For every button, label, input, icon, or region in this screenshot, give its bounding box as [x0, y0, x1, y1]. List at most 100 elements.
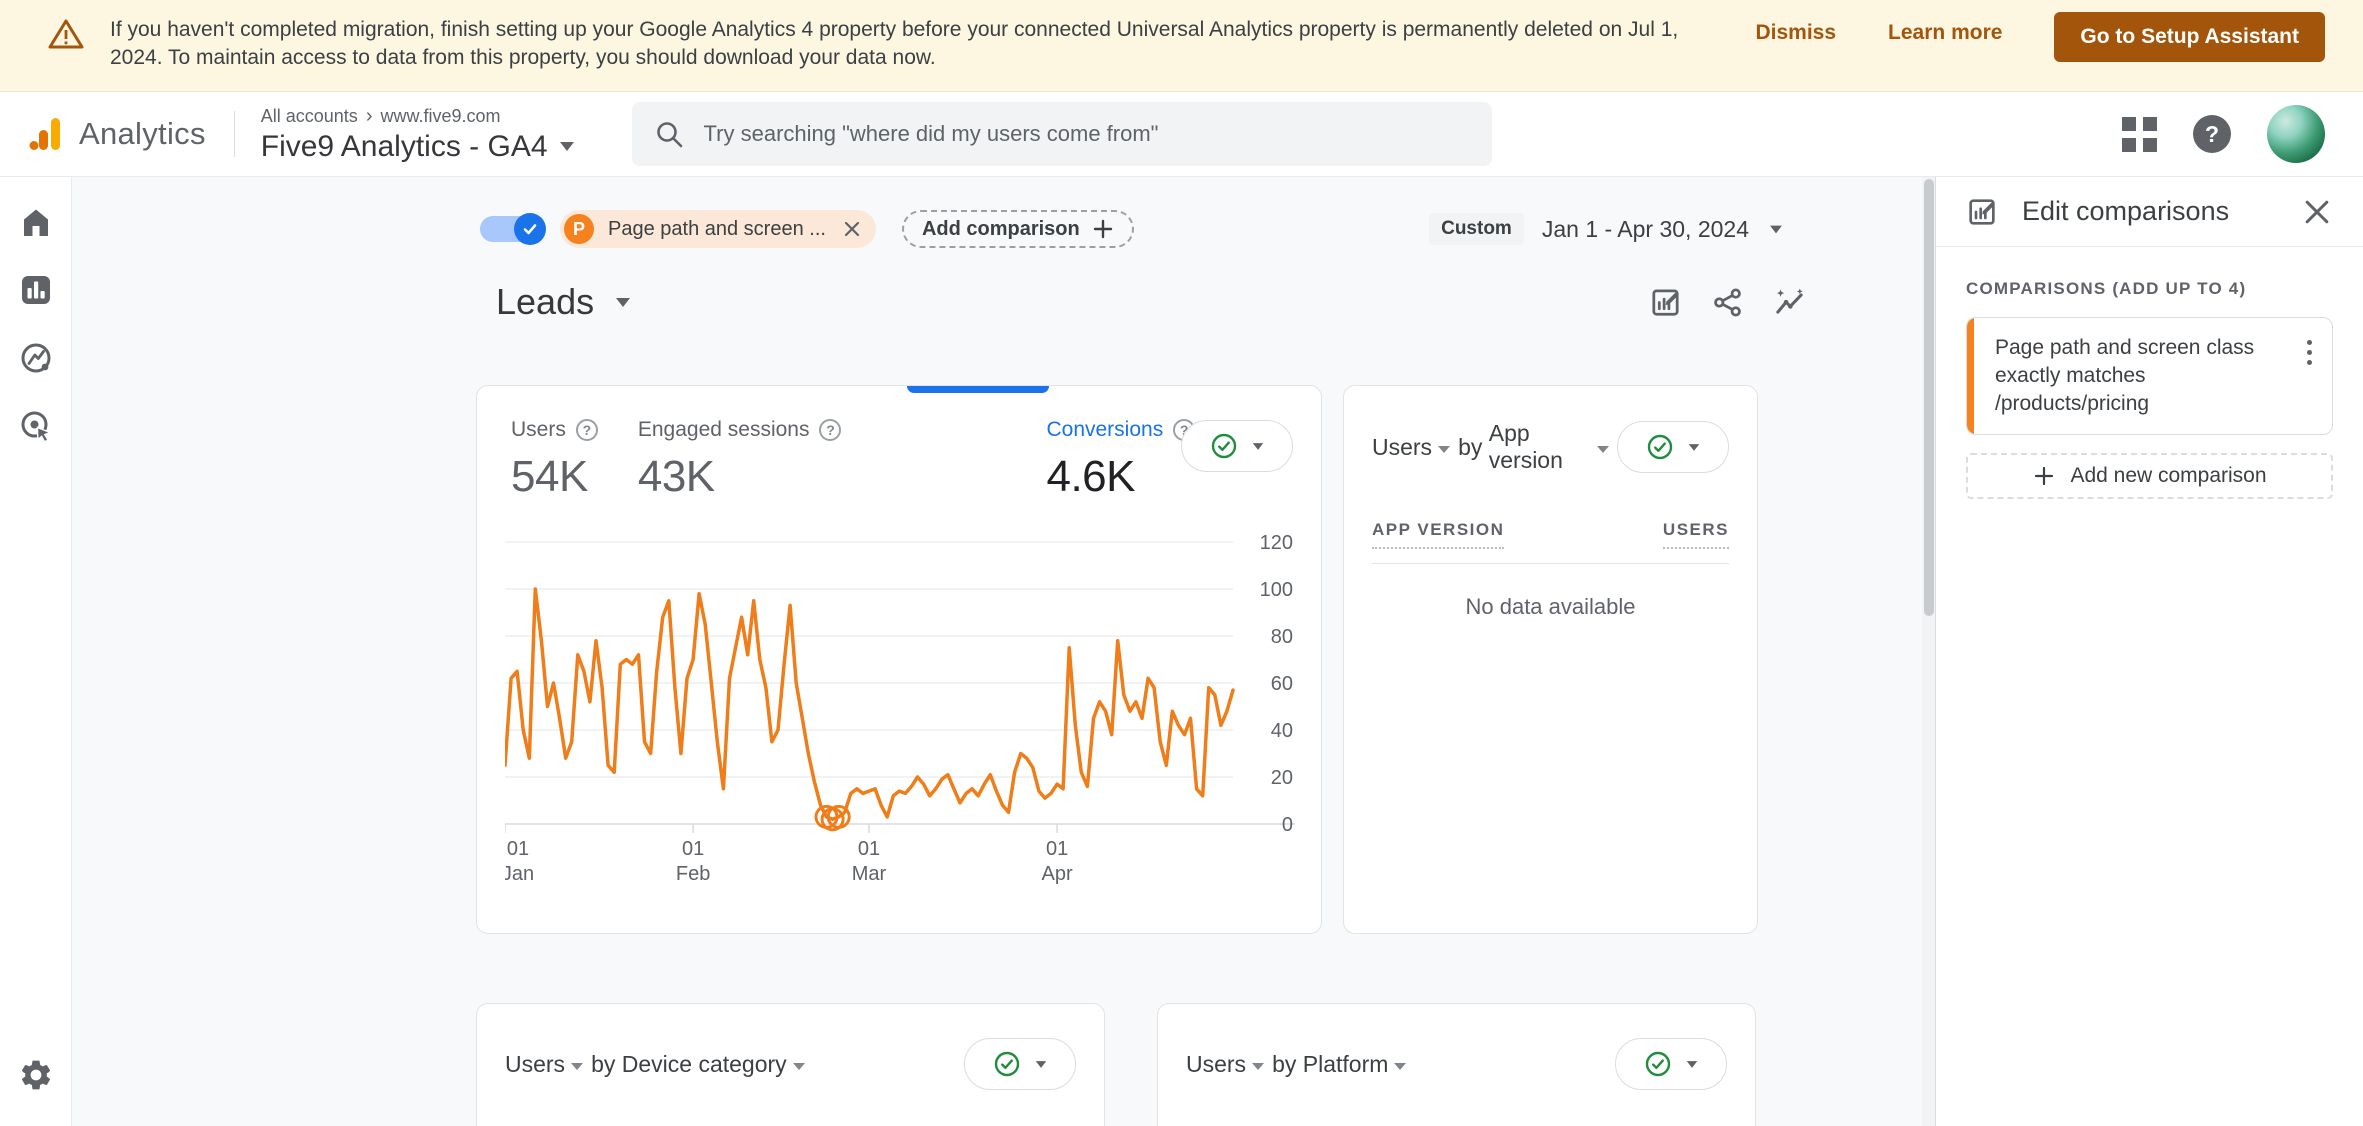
chevron-down-icon — [1597, 445, 1609, 453]
product-name: Analytics — [79, 116, 206, 151]
warning-icon — [48, 19, 84, 49]
date-range-type: Custom — [1429, 213, 1524, 245]
chevron-down-icon — [1688, 443, 1700, 451]
check-circle-icon — [1647, 434, 1673, 460]
anomaly-status-dropdown[interactable] — [1617, 421, 1729, 473]
svg-text:01: 01 — [858, 838, 880, 860]
panel-title: Edit comparisons — [2022, 196, 2230, 226]
help-icon[interactable]: ? — [2193, 115, 2231, 153]
chevron-down-icon — [792, 1062, 805, 1070]
dimension-selector[interactable]: Device category — [622, 1051, 787, 1078]
search-input[interactable] — [703, 121, 1470, 147]
svg-text:0: 0 — [1282, 814, 1293, 836]
breadcrumb-all-accounts[interactable]: All accounts — [261, 106, 358, 127]
comparison-item[interactable]: Page path and screen class exactly match… — [1966, 317, 2333, 435]
breadcrumb-account[interactable]: www.five9.com — [380, 106, 500, 127]
search-icon — [656, 122, 682, 148]
scrollbar-thumb[interactable] — [1923, 179, 1934, 616]
add-comparison-button[interactable]: Add comparison — [901, 210, 1134, 248]
svg-text:01: 01 — [682, 838, 704, 860]
panel-header: Edit comparisons — [1936, 177, 2363, 247]
property-name: Five9 Analytics - GA4 — [260, 129, 548, 163]
avatar[interactable] — [2267, 105, 2325, 163]
date-range-value: Jan 1 - Apr 30, 2024 — [1541, 215, 1749, 242]
explore-icon — [21, 343, 50, 373]
anomaly-status-dropdown[interactable] — [964, 1038, 1076, 1090]
analytics-logo[interactable]: Analytics — [23, 112, 206, 156]
sidebar-item-advertising[interactable] — [15, 405, 57, 447]
metric-selector[interactable]: Users — [1186, 1051, 1246, 1078]
dismiss-button[interactable]: Dismiss — [1756, 19, 1837, 47]
check-circle-icon — [994, 1051, 1020, 1077]
metric-tab-engaged-sessions[interactable]: Engaged sessions ? 43K — [638, 418, 842, 502]
help-tooltip-icon[interactable]: ? — [819, 419, 842, 441]
date-range-picker[interactable]: Custom Jan 1 - Apr 30, 2024 — [1429, 213, 1783, 245]
help-tooltip-icon[interactable]: ? — [575, 419, 598, 441]
comparison-toggle[interactable] — [480, 213, 546, 245]
svg-text:Mar: Mar — [852, 863, 887, 885]
conversions-line-chart[interactable]: 0 20 40 60 80 100 120 01 Jan 01 Feb 01 Mar 01 Apr — [502, 526, 1295, 897]
main-scrollbar[interactable] — [1922, 177, 1935, 1126]
report-title-dropdown-icon[interactable] — [616, 297, 631, 307]
header-actions: ? — [2122, 105, 2325, 163]
card-title: Users by Device category — [505, 1038, 1076, 1090]
sidebar-item-explore[interactable] — [15, 337, 57, 379]
toggle-check-icon — [514, 213, 546, 245]
chevron-down-icon — [1035, 1060, 1047, 1068]
share-report-button[interactable] — [1705, 280, 1749, 324]
chevron-down-icon — [1252, 1062, 1265, 1070]
sidebar-item-home[interactable] — [15, 201, 57, 243]
column-header-metric[interactable]: USERS — [1662, 520, 1729, 549]
migration-banner: If you haven't completed migration, fini… — [0, 0, 2363, 92]
svg-text:100: 100 — [1260, 579, 1293, 601]
close-panel-icon[interactable] — [2301, 196, 2333, 228]
customize-report-button[interactable] — [1643, 280, 1687, 324]
svg-text:01: 01 — [1046, 838, 1068, 860]
sidebar-item-admin[interactable] — [15, 1054, 57, 1096]
setup-assistant-button[interactable]: Go to Setup Assistant — [2054, 12, 2325, 62]
conversions-over-time-card: Users ? 54K Engaged sessions ? 43K Conve… — [476, 385, 1322, 934]
chevron-down-icon — [1252, 442, 1264, 450]
property-switcher[interactable]: Five9 Analytics - GA4 — [261, 130, 574, 164]
metric-value: 43K — [637, 452, 715, 501]
sidebar-item-reports[interactable] — [15, 269, 57, 311]
comparison-chip-avatar: P — [564, 214, 594, 244]
metric-selector[interactable]: Users — [505, 1051, 565, 1078]
global-header: Analytics All accounts › www.five9.com F… — [0, 92, 2363, 177]
svg-text:40: 40 — [1271, 720, 1293, 742]
column-header-dimension[interactable]: APP VERSION — [1372, 520, 1505, 549]
report-actions — [1643, 280, 1811, 324]
apps-grid-icon[interactable] — [2122, 116, 2157, 152]
users-by-platform-card: Users by Platform — [1157, 1003, 1756, 1126]
empty-state-message: No data available — [1465, 594, 1636, 619]
property-block: All accounts › www.five9.com Five9 Analy… — [261, 105, 574, 164]
dimension-selector[interactable]: Platform — [1303, 1051, 1389, 1078]
comparisons-section-label: COMPARISONS (ADD UP TO 4) — [1966, 279, 2247, 298]
comparison-menu-icon[interactable] — [2301, 334, 2318, 371]
remove-comparison-icon[interactable] — [842, 219, 862, 239]
table-header-row: APP VERSION USERS — [1372, 520, 1729, 549]
plus-icon — [2035, 466, 2054, 486]
insights-icon — [1775, 287, 1803, 314]
comparison-toolbar: P Page path and screen ... Add compariso… — [476, 207, 1861, 251]
advertising-icon — [21, 411, 52, 443]
search-bar — [631, 102, 1492, 166]
metric-selector[interactable]: Users — [1372, 434, 1432, 461]
insights-button[interactable] — [1767, 280, 1811, 324]
ga4-app: If you haven't completed migration, fini… — [0, 0, 2363, 1126]
metric-tabs: Users ? 54K Engaged sessions ? 43K Conve… — [505, 414, 1293, 502]
learn-more-link[interactable]: Learn more — [1888, 19, 2002, 47]
metric-tab-conversions[interactable]: Conversions ? 4.6K — [1046, 418, 1196, 502]
breadcrumb-separator-icon: › — [365, 104, 373, 127]
share-icon — [1713, 287, 1741, 317]
anomaly-status-dropdown[interactable] — [1181, 420, 1293, 472]
metric-tab-users[interactable]: Users ? 54K — [511, 418, 598, 502]
dimension-selector[interactable]: App version — [1489, 420, 1591, 474]
breadcrumb: All accounts › www.five9.com — [261, 105, 574, 128]
svg-text:120: 120 — [1260, 532, 1293, 554]
anomaly-status-dropdown[interactable] — [1615, 1038, 1727, 1090]
report-header: Leads — [476, 277, 1861, 327]
divider — [1372, 563, 1729, 564]
comparison-chip[interactable]: P Page path and screen ... — [560, 210, 876, 248]
add-new-comparison-button[interactable]: Add new comparison — [1966, 453, 2333, 499]
